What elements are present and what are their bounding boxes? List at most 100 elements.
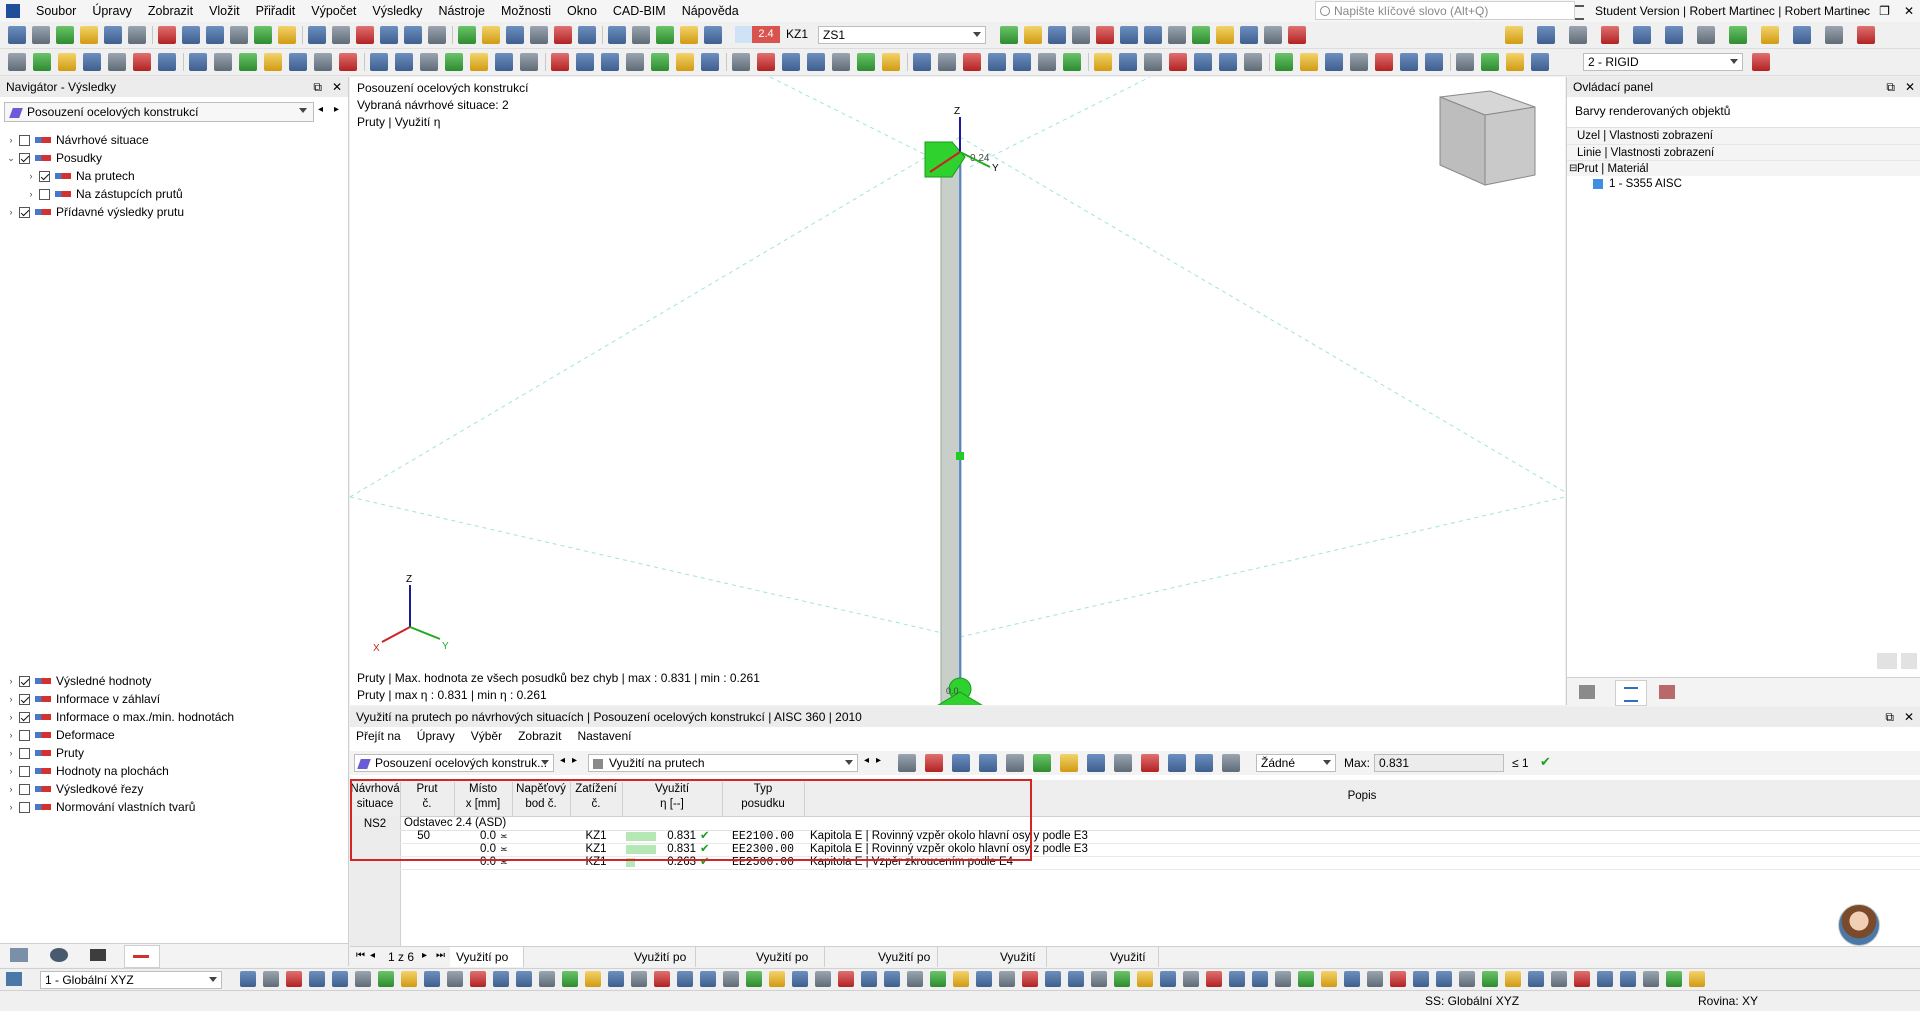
toolbar-button[interactable] — [1436, 971, 1452, 987]
toolbar-button[interactable] — [1264, 26, 1282, 44]
toolbar-button[interactable] — [953, 971, 969, 987]
toolbar-button[interactable] — [1048, 26, 1066, 44]
results-menu-item[interactable]: Přejít na — [356, 729, 401, 743]
expand-icon[interactable]: › — [6, 676, 16, 686]
toolbar-button[interactable] — [680, 26, 698, 44]
toolbar-button[interactable] — [701, 53, 719, 71]
toolbar-button[interactable] — [792, 971, 808, 987]
toolbar-button[interactable] — [938, 53, 956, 71]
close-icon[interactable]: ✕ — [1904, 0, 1914, 22]
toolbar-button[interactable] — [1344, 971, 1360, 987]
toolbar-button[interactable] — [1505, 971, 1521, 987]
toolbar-button[interactable] — [1144, 53, 1162, 71]
toolbar-button[interactable] — [83, 53, 101, 71]
navigator-combo[interactable]: Posouzení ocelových konstrukcí — [4, 102, 314, 122]
tree-checkbox[interactable] — [39, 171, 50, 182]
toolbar-button[interactable] — [1574, 971, 1590, 987]
toolbar-button[interactable] — [963, 53, 981, 71]
expand-icon[interactable]: › — [26, 189, 36, 199]
tree-item[interactable]: ›Deformace — [6, 726, 115, 744]
results-menu-item[interactable]: Úpravy — [417, 729, 455, 743]
prev-page-button[interactable]: ◂ — [370, 950, 375, 961]
toolbar-button[interactable] — [128, 26, 146, 44]
toolbar-button[interactable] — [1551, 971, 1567, 987]
toolbar-button[interactable] — [1033, 754, 1051, 772]
control-row[interactable]: Linie | Vlastnosti zobrazení — [1567, 144, 1920, 160]
toolbar-button[interactable] — [286, 971, 302, 987]
toolbar-button[interactable] — [58, 53, 76, 71]
toolbar-button[interactable] — [370, 53, 388, 71]
toolbar-button[interactable] — [1206, 971, 1222, 987]
tree-item[interactable]: ›Výsledné hodnoty — [6, 672, 151, 690]
toolbar-button[interactable] — [308, 26, 326, 44]
results-module-combo[interactable]: Posouzení ocelových konstruk... — [354, 754, 554, 772]
toolbar-button[interactable] — [1275, 971, 1291, 987]
toolbar-button[interactable] — [988, 53, 1006, 71]
toolbar-button[interactable] — [33, 53, 51, 71]
toolbar-button[interactable] — [631, 971, 647, 987]
toolbar-button[interactable] — [356, 26, 374, 44]
expand-icon[interactable]: › — [6, 135, 16, 145]
toolbar-button[interactable] — [264, 53, 282, 71]
tree-checkbox[interactable] — [39, 189, 50, 200]
toolbar-button[interactable] — [314, 53, 332, 71]
toolbar-button[interactable] — [1506, 53, 1524, 71]
toolbar-button[interactable] — [1761, 26, 1779, 44]
toolbar-button[interactable] — [8, 26, 26, 44]
toolbar-button[interactable] — [1597, 971, 1613, 987]
toolbar-button[interactable] — [104, 26, 122, 44]
toolbar-button[interactable] — [56, 26, 74, 44]
menu-item[interactable]: Soubor — [28, 0, 84, 22]
toolbar-button[interactable] — [1087, 754, 1105, 772]
table-row[interactable]: 0.0≍KZ10.831✔EE2300.00Kapitola E | Rovin… — [400, 843, 1920, 857]
expand-icon[interactable]: › — [6, 802, 16, 812]
toolbar-button[interactable] — [700, 971, 716, 987]
toolbar-button[interactable] — [1022, 971, 1038, 987]
toolbar-button[interactable] — [516, 971, 532, 987]
toolbar-button[interactable] — [1482, 971, 1498, 987]
toolbar-button[interactable] — [608, 26, 626, 44]
toolbar-button[interactable] — [882, 53, 900, 71]
tree-item[interactable]: ›Na zástupcích prutů — [26, 185, 183, 203]
toolbar-button[interactable] — [1038, 53, 1056, 71]
camera-tab-icon[interactable] — [90, 949, 106, 961]
tree-item[interactable]: ›Přídavné výsledky prutu — [6, 203, 184, 221]
toolbar-button[interactable] — [1045, 971, 1061, 987]
tree-item[interactable]: ›Hodnoty na plochách — [6, 762, 169, 780]
toolbar-button[interactable] — [214, 53, 232, 71]
toolbar-button[interactable] — [1298, 971, 1314, 987]
toolbar-button[interactable] — [608, 971, 624, 987]
menu-item[interactable]: Výpočet — [303, 0, 364, 22]
toolbar-button[interactable] — [539, 971, 555, 987]
results-menu-item[interactable]: Nastavení — [577, 729, 631, 743]
toolbar-button[interactable] — [1120, 26, 1138, 44]
toolbar-button[interactable] — [1459, 971, 1475, 987]
toolbar-button[interactable] — [704, 26, 722, 44]
toolbar-button[interactable] — [757, 53, 775, 71]
tree-checkbox[interactable] — [19, 153, 30, 164]
tree-item[interactable]: ›Pruty — [6, 744, 84, 762]
toolbar-button[interactable] — [861, 971, 877, 987]
table-row[interactable]: 500.0≍KZ10.831✔EE2100.00Kapitola E | Rov… — [400, 830, 1920, 844]
tree-item[interactable]: ›Informace o max./min. hodnotách — [6, 708, 234, 726]
toolbar-button[interactable] — [445, 53, 463, 71]
toolbar-button[interactable] — [952, 754, 970, 772]
toolbar-button[interactable] — [1350, 53, 1368, 71]
toolbar-button[interactable] — [677, 971, 693, 987]
model-viewport[interactable]: Posouzení ocelových konstrukcí Vybraná n… — [350, 77, 1565, 705]
toolbar-button[interactable] — [1481, 53, 1499, 71]
toolbar-button[interactable] — [254, 26, 272, 44]
toolbar-button[interactable] — [470, 971, 486, 987]
toolbar-button[interactable] — [80, 26, 98, 44]
toolbar-button[interactable] — [230, 26, 248, 44]
results-tab[interactable]: Využití po průřezech — [872, 947, 938, 967]
toolbar-button[interactable] — [1425, 53, 1443, 71]
panel-option-icon[interactable] — [1901, 653, 1917, 669]
toolbar-button[interactable] — [815, 971, 831, 987]
load-case-combo[interactable]: ZS1 — [818, 26, 986, 44]
toolbar-button[interactable] — [1300, 53, 1318, 71]
toolbar-button[interactable] — [380, 26, 398, 44]
toolbar-button[interactable] — [520, 53, 538, 71]
tree-checkbox[interactable] — [19, 784, 30, 795]
toolbar-button[interactable] — [278, 26, 296, 44]
